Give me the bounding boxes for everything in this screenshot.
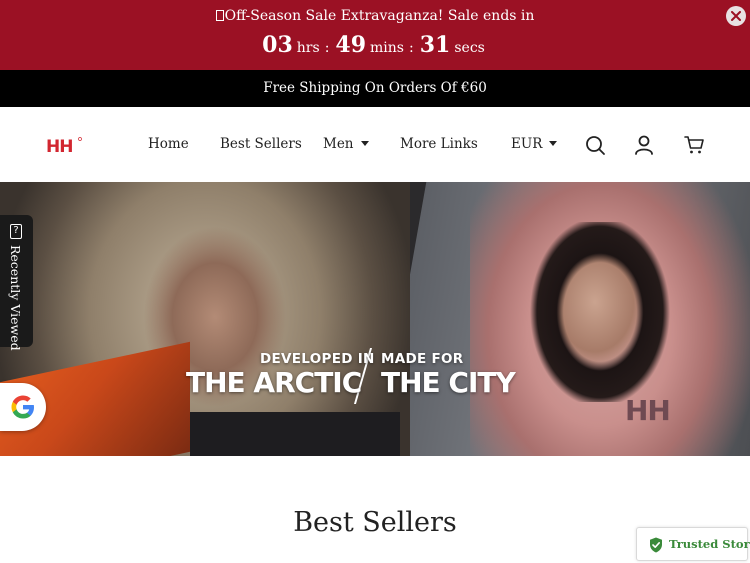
countdown-hours: 03 (262, 32, 293, 58)
hero-hair-shape (520, 222, 680, 402)
promo-message-text: Off-Season Sale Extravaganza! Sale ends … (224, 8, 535, 24)
hero-left-small-text: DEVELOPED IN (260, 351, 375, 367)
google-icon (11, 395, 34, 419)
shield-check-icon (650, 537, 662, 553)
google-badge[interactable] (0, 383, 46, 431)
brand-logo[interactable]: HH (46, 136, 82, 154)
hero-right-small-text: MADE FOR (381, 351, 464, 367)
hero-left-big-text: THE ARCTIC (186, 366, 362, 399)
hero-shadow-shape (190, 412, 400, 456)
user-icon[interactable] (633, 134, 655, 156)
countdown-separator: : (409, 40, 414, 56)
countdown-seconds: 31 (419, 32, 451, 58)
site-header: HH Home Best Sellers Men More Links EUR (0, 107, 750, 182)
nav-home[interactable]: Home (148, 136, 189, 152)
promo-banner: Off-Season Sale Extravaganza! Sale ends … (0, 0, 750, 70)
shipping-text: Free Shipping On Orders Of €60 (263, 80, 487, 96)
search-icon[interactable] (584, 134, 606, 156)
nav-best-sellers[interactable]: Best Sellers (220, 136, 302, 152)
chevron-down-icon (360, 141, 369, 146)
shipping-banner: Free Shipping On Orders Of €60 (0, 70, 750, 107)
question-icon: ? (10, 224, 22, 239)
nav-men[interactable]: Men (323, 136, 369, 152)
countdown-timer: 03 hrs:49 mins:31 secs (0, 32, 750, 58)
countdown-minutes: 49 (335, 32, 367, 58)
trusted-store-label: Trusted Store (669, 537, 750, 551)
promo-message: Off-Season Sale Extravaganza! Sale ends … (0, 8, 750, 24)
countdown-hours-unit: hrs (296, 40, 320, 56)
nav-more-links[interactable]: More Links (400, 136, 478, 152)
currency-label: EUR (511, 136, 543, 152)
trusted-store-badge[interactable]: Trusted Store (636, 527, 750, 561)
nav-men-label: Men (323, 136, 354, 152)
brand-logo-text: HH (46, 137, 72, 154)
recently-viewed-label: Recently Viewed (8, 245, 23, 351)
hero-right-big-text: THE CITY (381, 366, 516, 399)
chevron-down-icon (549, 141, 558, 146)
recently-viewed-tab[interactable]: ? Recently Viewed (0, 215, 33, 351)
countdown-minutes-unit: mins (370, 40, 404, 56)
close-icon (731, 11, 741, 21)
cart-icon[interactable] (683, 134, 705, 156)
countdown-separator: : (324, 40, 330, 56)
missing-glyph-icon (215, 10, 224, 21)
currency-selector[interactable]: EUR (511, 136, 558, 152)
close-promo-button[interactable] (726, 6, 746, 26)
hero-jacket-logo: HH (625, 394, 671, 427)
countdown-seconds-unit: secs (454, 40, 485, 56)
